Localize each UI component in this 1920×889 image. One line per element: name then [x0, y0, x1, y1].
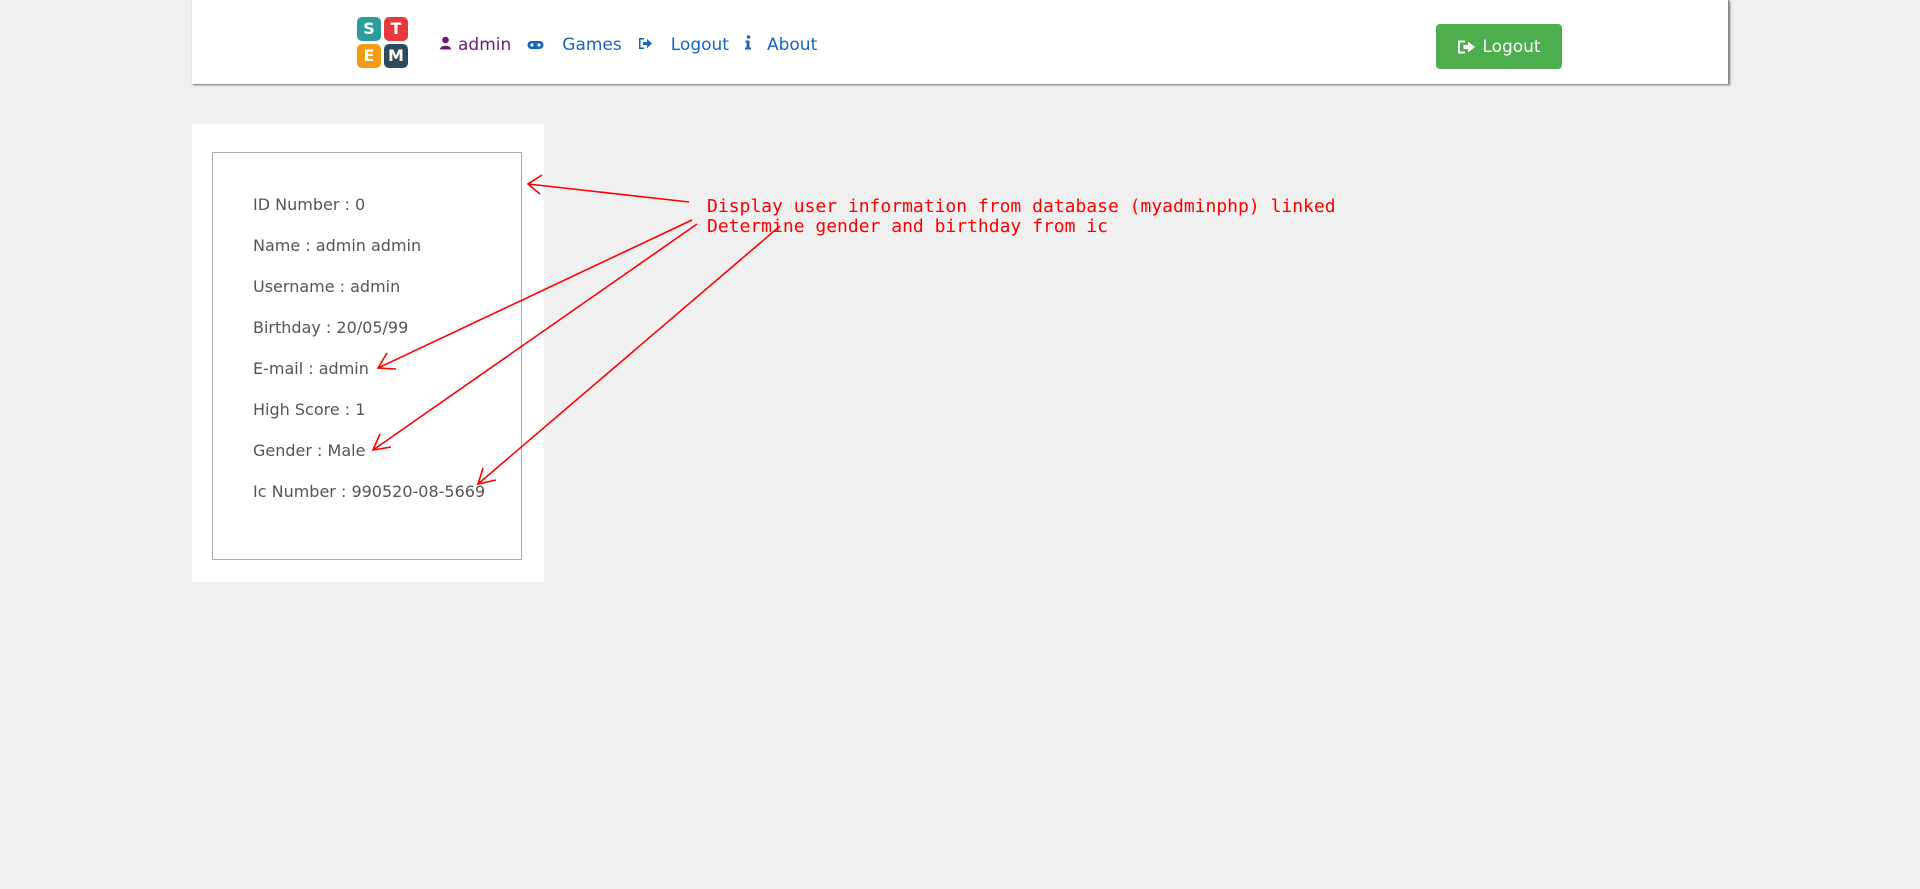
annotation-display-info: Display user information from database (… [707, 196, 1336, 217]
nav-admin-label: admin [458, 35, 512, 55]
ic-number-field: Ic Number : 990520-08-5669 [253, 482, 486, 501]
nav-games-label: Games [562, 35, 622, 55]
info-icon [744, 35, 751, 55]
nav-admin-link[interactable]: admin [440, 35, 511, 55]
stem-logo[interactable]: S T E M [357, 17, 409, 69]
nav-games-link[interactable]: Games [527, 35, 622, 55]
logo-tile-s: S [357, 17, 381, 41]
gamepad-icon [527, 35, 544, 55]
logout-button-label: Logout [1482, 36, 1541, 57]
nav-logout-link[interactable]: Logout [638, 35, 729, 55]
nav-about-link[interactable]: About [744, 35, 818, 55]
arrow-to-card [527, 183, 690, 203]
nav-logout-label: Logout [670, 35, 729, 55]
birthday-field: Birthday : 20/05/99 [253, 318, 409, 337]
logo-tile-m: M [384, 44, 408, 68]
sign-out-icon [638, 35, 653, 55]
annotation-gender-birthday: Determine gender and birthday from ic [707, 216, 1108, 237]
name-field: Name : admin admin [253, 236, 422, 255]
nav-links: admin Games Logout About [440, 33, 817, 57]
id-number-field: ID Number : 0 [253, 195, 366, 214]
sign-out-icon [1457, 39, 1476, 55]
user-icon [440, 35, 451, 55]
high-score-field: High Score : 1 [253, 400, 366, 419]
nav-about-label: About [766, 35, 818, 55]
email-field: E-mail : admin [253, 359, 369, 378]
logo-tile-e: E [357, 44, 381, 68]
logout-button[interactable]: Logout [1436, 24, 1562, 69]
username-field: Username : admin [253, 277, 401, 296]
logo-tile-t: T [384, 17, 408, 41]
gender-field: Gender : Male [253, 441, 366, 460]
